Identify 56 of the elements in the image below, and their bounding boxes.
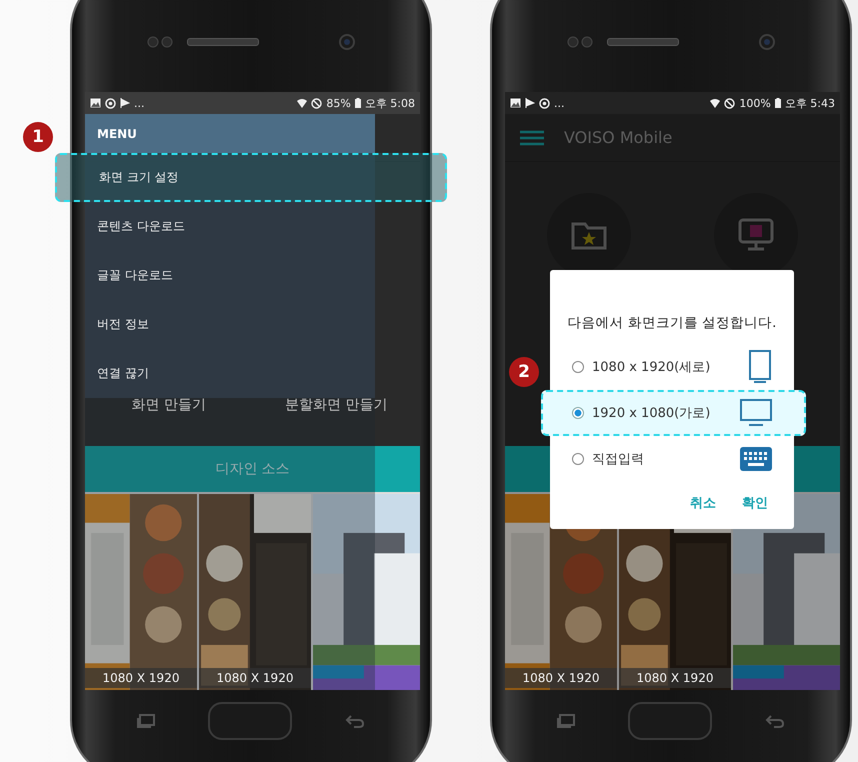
battery-percent: 100%	[739, 96, 771, 110]
target-icon	[105, 98, 116, 108]
keyboard-icon	[740, 447, 772, 471]
battery-icon	[354, 98, 361, 108]
target-icon	[539, 98, 550, 108]
portrait-screen-icon	[748, 350, 772, 384]
option-label: 직접입력	[592, 451, 645, 468]
more-notifications: ...	[554, 96, 564, 110]
wifi-icon	[710, 98, 720, 108]
speaker-grille	[607, 38, 679, 46]
back-icon[interactable]	[765, 714, 785, 728]
more-notifications: ...	[134, 96, 144, 110]
option-label: 1080 x 1920(세로)	[592, 359, 712, 376]
size-option[interactable]: 직접입력	[550, 436, 794, 482]
option-label: 1920 x 1080(가로)	[592, 405, 712, 422]
camera-icon	[339, 34, 355, 50]
tile-label[interactable]: 화면 만들기	[132, 396, 206, 414]
menu-icon[interactable]	[520, 130, 544, 146]
size-caption: 1080 X 1920	[619, 668, 731, 688]
play-icon	[525, 98, 535, 108]
play-icon	[120, 98, 130, 108]
radio-button[interactable]	[572, 361, 584, 373]
size-option[interactable]: 1920 x 1080(가로)	[541, 390, 806, 436]
menu-item[interactable]: 연결 끊기	[85, 349, 375, 398]
speaker-grille	[187, 38, 259, 46]
folder-star-icon	[570, 220, 607, 250]
tile-label[interactable]: 분할화면 만들기	[285, 396, 388, 414]
back-icon[interactable]	[345, 714, 365, 728]
dialog-message: 다음에서 화면크기를 설정합니다.	[566, 314, 778, 332]
monitor-icon	[738, 218, 774, 252]
menu-item[interactable]: 콘텐츠 다운로드	[85, 202, 375, 251]
menu-item[interactable]: 글꼴 다운로드	[85, 251, 375, 300]
recent-apps-icon[interactable]	[137, 714, 155, 728]
app-title: VOISO Mobile	[564, 128, 672, 147]
radio-button[interactable]	[572, 407, 584, 419]
radio-button[interactable]	[572, 453, 584, 465]
menu-item[interactable]: 화면 크기 설정	[55, 153, 447, 202]
image-icon	[90, 98, 101, 108]
size-caption: 1080 X 1920	[199, 668, 311, 688]
size-option[interactable]: 1080 x 1920(세로)	[550, 344, 794, 390]
clock: 오후 5:08	[364, 96, 415, 110]
battery-icon	[774, 98, 781, 108]
menu-item[interactable]: 버전 정보	[85, 300, 375, 349]
clock: 오후 5:43	[784, 96, 835, 110]
recent-apps-icon[interactable]	[557, 714, 575, 728]
block-icon	[724, 98, 736, 108]
size-caption: 1080 X 1920	[505, 668, 617, 688]
block-icon	[311, 98, 322, 108]
monitor-icon	[740, 399, 772, 427]
camera-icon	[759, 34, 775, 50]
size-caption: 1080 X 1920	[85, 668, 197, 688]
step-badge: 1	[23, 122, 53, 152]
menu-title: MENU	[85, 114, 375, 153]
battery-percent: 85%	[326, 96, 351, 110]
image-icon	[510, 98, 521, 108]
wifi-icon	[297, 98, 308, 108]
